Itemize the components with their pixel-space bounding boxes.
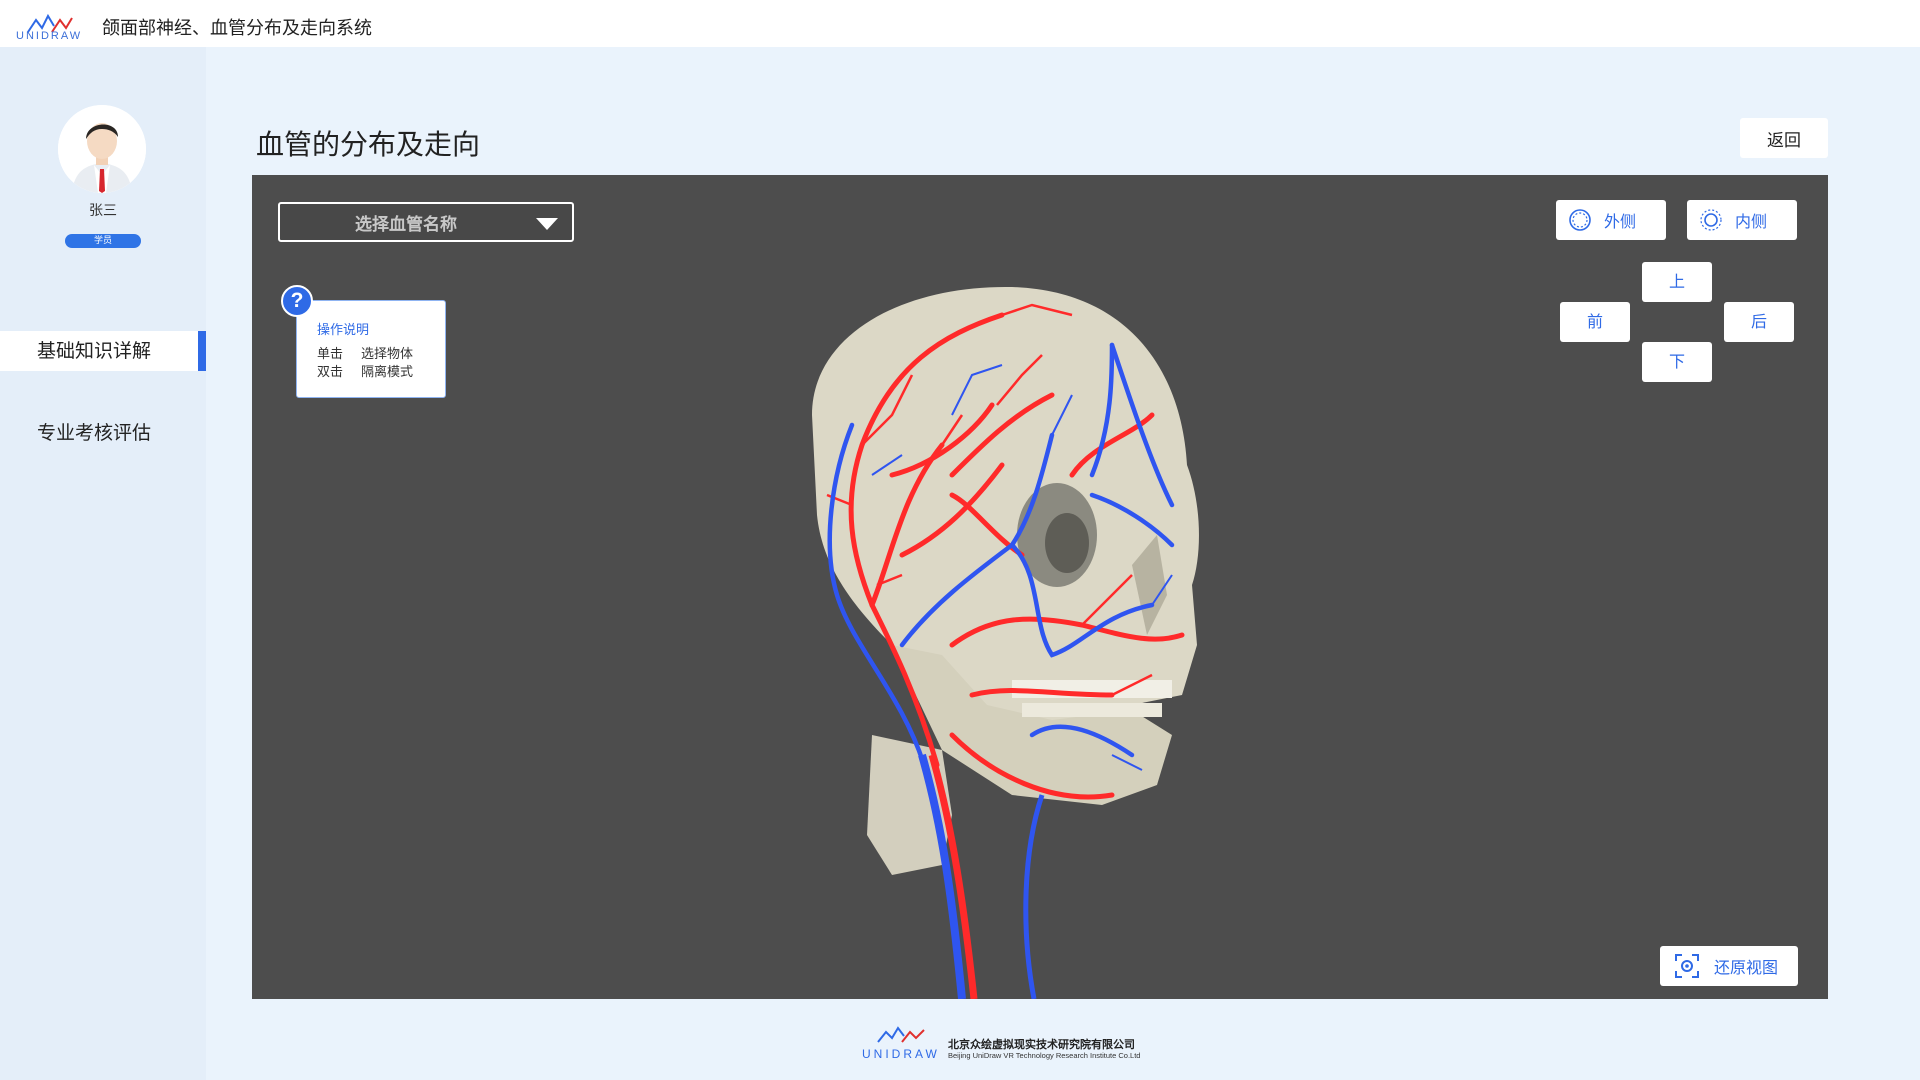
- inner-view-button[interactable]: 内侧: [1687, 200, 1797, 240]
- help-row: 双击 隔离模式: [317, 364, 445, 382]
- help-action: 双击: [317, 365, 344, 380]
- help-card: 操作说明 单击 选择物体 双击 隔离模式: [296, 300, 446, 398]
- restore-view-icon: [1675, 954, 1699, 978]
- top-bar: UNIDRAW 颌面部神经、血管分布及走向系统: [0, 0, 1920, 47]
- help-row: 单击 选择物体: [317, 346, 445, 364]
- restore-view-button[interactable]: 还原视图: [1660, 946, 1798, 986]
- help-question-icon[interactable]: ?: [281, 285, 313, 317]
- sidebar-item-assessment[interactable]: 专业考核评估: [0, 413, 206, 453]
- inner-ring-icon: [1700, 209, 1722, 231]
- help-effect: 选择物体: [361, 347, 414, 362]
- user-name: 张三: [89, 203, 117, 219]
- outer-view-label: 外侧: [1604, 212, 1637, 231]
- view-front-button[interactable]: 前: [1560, 302, 1630, 342]
- view-down-button[interactable]: 下: [1642, 342, 1712, 382]
- user-role-badge: 学员: [65, 234, 141, 248]
- footer-logo-text: UNIDRAW: [862, 1047, 940, 1061]
- 3d-viewer[interactable]: 选择血管名称 操作说明 单击 选择物体 双击 隔离模式 ? 外侧 内侧 上 前 …: [252, 175, 1828, 999]
- outer-view-button[interactable]: 外侧: [1556, 200, 1666, 240]
- outer-ring-icon: [1569, 209, 1591, 231]
- help-action: 单击: [317, 347, 344, 362]
- restore-view-label: 还原视图: [1714, 958, 1779, 977]
- skull-vessel-model[interactable]: [252, 175, 1828, 999]
- sidebar: 张三 学员 基础知识详解 专业考核评估: [0, 47, 206, 1080]
- footer-company-en: Beijing UniDraw VR Technology Research I…: [948, 1051, 1141, 1060]
- vessel-select[interactable]: 选择血管名称: [278, 202, 574, 242]
- avatar[interactable]: [58, 105, 146, 193]
- back-button[interactable]: 返回: [1740, 118, 1828, 158]
- chevron-down-icon: [536, 218, 558, 230]
- inner-view-label: 内侧: [1735, 212, 1768, 231]
- footer-logo-icon: UNIDRAW: [862, 1026, 940, 1061]
- logo-text: UNIDRAW: [16, 30, 83, 42]
- view-up-button[interactable]: 上: [1642, 262, 1712, 302]
- page-title: 血管的分布及走向: [256, 128, 481, 161]
- vessel-select-value: 选择血管名称: [355, 214, 457, 235]
- app-title: 颌面部神经、血管分布及走向系统: [102, 18, 372, 39]
- view-back-button[interactable]: 后: [1724, 302, 1794, 342]
- help-title: 操作说明: [317, 323, 370, 338]
- help-effect: 隔离模式: [361, 365, 414, 380]
- sidebar-item-basic-knowledge[interactable]: 基础知识详解: [0, 331, 206, 371]
- avatar-person-icon: [58, 105, 146, 193]
- footer-company-cn: 北京众绘虚拟现实技术研究院有限公司: [948, 1038, 1135, 1051]
